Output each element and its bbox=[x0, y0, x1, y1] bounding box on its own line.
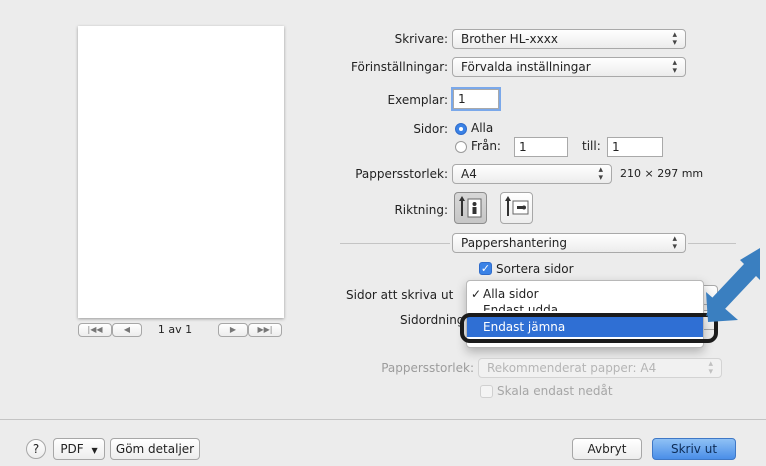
updown-arrows-icon: ▴ ▾ bbox=[672, 30, 677, 48]
paper-dimensions: 210 × 297 mm bbox=[620, 167, 704, 180]
pages-to-label: till: bbox=[582, 139, 601, 153]
scale-down-label: Skala endast nedåt bbox=[497, 384, 613, 398]
pdf-menu-button[interactable]: PDF ▼ bbox=[53, 438, 105, 460]
hide-details-button[interactable]: Göm detaljer bbox=[110, 438, 200, 460]
pages-from-label: Från: bbox=[471, 139, 501, 153]
landscape-orientation-button[interactable] bbox=[500, 192, 533, 224]
collate-checkbox[interactable]: ✓ bbox=[479, 262, 492, 275]
menu-item-odd-pages[interactable]: Endast udda bbox=[467, 301, 703, 311]
first-page-button[interactable]: |◀◀ bbox=[78, 323, 112, 337]
page-indicator: 1 av 1 bbox=[157, 323, 193, 336]
orientation-label: Riktning: bbox=[394, 203, 448, 217]
pages-all-radio[interactable] bbox=[455, 123, 467, 135]
paper-size-popup[interactable]: A4 ▴ ▾ bbox=[452, 164, 612, 184]
pages-from-radio[interactable] bbox=[455, 141, 467, 153]
help-button[interactable]: ? bbox=[26, 439, 46, 459]
section-popup[interactable]: Pappershantering ▴ ▾ bbox=[452, 233, 686, 253]
chevron-down-icon: ▼ bbox=[91, 446, 98, 455]
updown-arrows-icon: ▴ ▾ bbox=[708, 359, 713, 377]
annotation-arrow-icon bbox=[706, 248, 760, 322]
printer-label: Skrivare: bbox=[394, 32, 448, 46]
portrait-orientation-button[interactable] bbox=[454, 192, 487, 224]
portrait-icon bbox=[459, 196, 482, 218]
last-page-button[interactable]: ▶▶| bbox=[248, 323, 282, 337]
paper-size-label: Pappersstorlek: bbox=[355, 167, 448, 181]
print-button[interactable]: Skriv ut bbox=[652, 438, 736, 460]
presets-popup[interactable]: Förvalda inställningar ▴ ▾ bbox=[452, 57, 686, 77]
footer-divider bbox=[0, 419, 766, 420]
dest-paper-value: Rekommenderat papper: A4 bbox=[487, 361, 657, 375]
pages-label: Sidor: bbox=[413, 122, 448, 136]
pages-to-field[interactable]: 1 bbox=[607, 137, 663, 157]
updown-arrows-icon: ▴ ▾ bbox=[672, 234, 677, 252]
pages-to-print-label: Sidor att skriva ut bbox=[346, 288, 454, 302]
next-page-button[interactable]: ▶ bbox=[218, 323, 248, 337]
scale-down-checkbox[interactable] bbox=[480, 385, 493, 398]
presets-label: Förinställningar: bbox=[351, 60, 448, 74]
collate-label: Sortera sidor bbox=[496, 262, 574, 276]
section-divider-left bbox=[340, 243, 450, 244]
printer-popup[interactable]: Brother HL-xxxx ▴ ▾ bbox=[452, 29, 686, 49]
cancel-button[interactable]: Avbryt bbox=[572, 438, 642, 460]
print-preview-page bbox=[78, 26, 284, 318]
printer-value: Brother HL-xxxx bbox=[461, 32, 558, 46]
pages-all-label: Alla bbox=[471, 121, 494, 135]
presets-value: Förvalda inställningar bbox=[461, 60, 591, 74]
copies-field[interactable]: 1 bbox=[453, 89, 499, 109]
updown-arrows-icon: ▴ ▾ bbox=[672, 58, 677, 76]
highlight-annotation bbox=[460, 313, 718, 343]
dest-paper-label: Pappersstorlek: bbox=[381, 361, 474, 375]
prev-page-button[interactable]: ◀ bbox=[112, 323, 142, 337]
landscape-icon bbox=[505, 196, 529, 216]
section-value: Pappershantering bbox=[461, 236, 567, 250]
paper-size-value: A4 bbox=[461, 167, 477, 181]
copies-label: Exemplar: bbox=[387, 93, 448, 107]
page-order-label: Sidordning bbox=[400, 313, 465, 327]
dest-paper-popup[interactable]: Rekommenderat papper: A4 ▴ ▾ bbox=[478, 358, 722, 378]
updown-arrows-icon: ▴ ▾ bbox=[598, 165, 603, 183]
pages-from-field[interactable]: 1 bbox=[514, 137, 568, 157]
